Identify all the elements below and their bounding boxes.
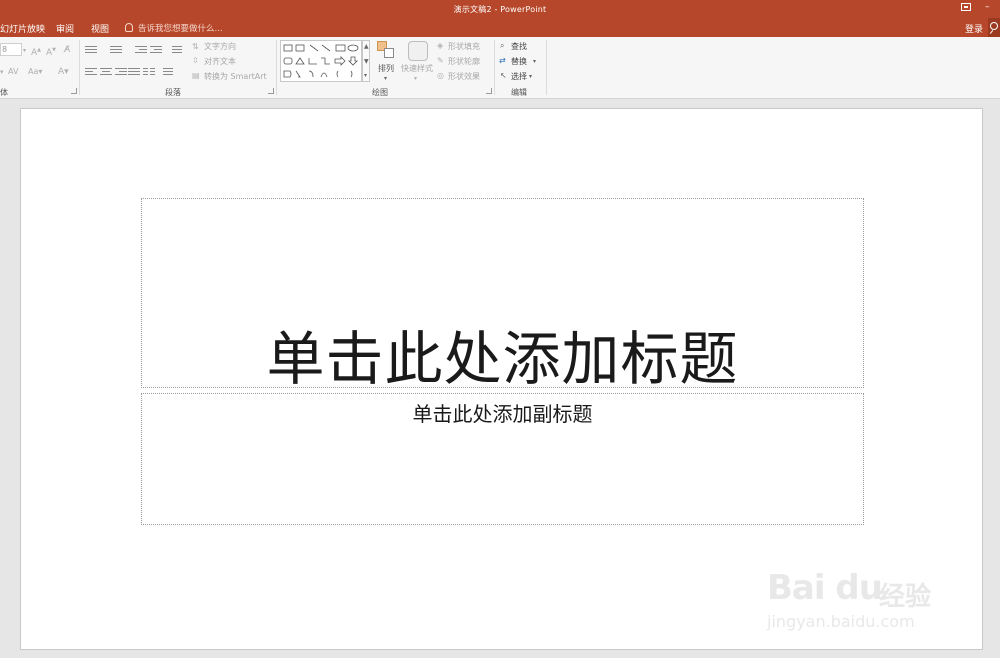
pen-icon: ✎ xyxy=(437,56,444,65)
baidu-jingyan-watermark: Bai du 经验 jingyan.baidu.com xyxy=(767,552,957,642)
shadow-icon[interactable]: ▾ xyxy=(0,67,4,77)
change-case-icon[interactable]: Aa▾ xyxy=(28,67,42,77)
line-spacing-icon[interactable] xyxy=(170,45,182,54)
subtitle-placeholder-text: 单击此处添加副标题 xyxy=(412,402,593,426)
group-divider xyxy=(79,40,80,95)
font-color-icon[interactable]: A▾ xyxy=(58,67,69,77)
font-group-label: 体 xyxy=(0,88,8,97)
tab-slideshow[interactable]: 幻灯片放映 xyxy=(0,22,45,35)
title-bar: 演示文稿2 - PowerPoint – 幻灯片放映 审阅 视图 告诉我您想要做… xyxy=(0,0,1000,37)
columns-icon[interactable] xyxy=(143,67,155,76)
sign-in-link[interactable]: 登录 xyxy=(965,22,983,35)
numbering-icon[interactable] xyxy=(110,45,122,54)
minimize-icon[interactable]: – xyxy=(985,2,990,12)
shapes-gallery[interactable] xyxy=(280,40,362,82)
paragraph-more-icon[interactable] xyxy=(163,67,175,76)
font-dialog-launcher[interactable] xyxy=(71,88,77,94)
watermark-cn: 经验 xyxy=(879,582,932,612)
cursor-icon: ↖ xyxy=(500,71,507,80)
justify-icon[interactable] xyxy=(128,67,140,76)
find-icon: ⌕ xyxy=(500,41,505,50)
increase-font-size-icon[interactable]: A▲ xyxy=(31,45,41,58)
paint-bucket-icon: ◈ xyxy=(437,41,444,50)
window-title: 演示文稿2 - PowerPoint xyxy=(453,5,547,14)
drawing-dialog-launcher[interactable] xyxy=(486,88,492,94)
arrange-dropdown-icon[interactable]: ▾ xyxy=(384,74,387,84)
lightbulb-icon xyxy=(125,23,133,32)
replace-dropdown-icon[interactable]: ▾ xyxy=(533,57,536,67)
quick-styles-icon xyxy=(408,41,428,61)
clear-formatting-icon[interactable]: A̸ xyxy=(64,45,70,55)
scroll-down-icon[interactable]: ▼ xyxy=(364,58,369,65)
align-left-icon[interactable] xyxy=(85,67,97,76)
text-direction-button[interactable]: 文字方向 xyxy=(204,41,236,52)
tab-review[interactable]: 审阅 xyxy=(56,22,74,35)
tab-view[interactable]: 视图 xyxy=(91,22,109,35)
align-right-icon[interactable] xyxy=(115,67,127,76)
ribbon-display-options-icon[interactable] xyxy=(961,3,971,11)
group-divider xyxy=(546,40,547,95)
replace-icon: ⇄ xyxy=(499,56,506,65)
quick-styles-button[interactable]: 快速样式 xyxy=(401,63,433,74)
tell-me-placeholder: 告诉我您想要做什么... xyxy=(138,24,223,34)
shapes-gallery-icons xyxy=(283,44,359,78)
arrange-icon xyxy=(377,41,395,59)
watermark-logo: Bai du xyxy=(767,568,883,608)
shape-effects-button[interactable]: 形状效果 xyxy=(448,71,480,82)
search-icon[interactable] xyxy=(988,18,1000,37)
font-size-input[interactable]: 8 xyxy=(0,43,22,56)
increase-indent-icon[interactable] xyxy=(150,45,162,54)
text-direction-icon: ⇅ xyxy=(192,42,199,51)
align-center-icon[interactable] xyxy=(100,67,112,76)
ribbon: 8 ▾ A▲ A▼ A̸ ▾ AV Aa▾ A▾ 体 ⇅ 文字方向 ⇳ 对齐文本 xyxy=(0,37,1000,99)
shapes-gallery-scrollbar[interactable]: ▲ ▼ ▾ xyxy=(362,40,370,82)
convert-smartart-button[interactable]: 转换为 SmartArt xyxy=(204,71,267,82)
decrease-indent-icon[interactable] xyxy=(135,45,147,54)
watermark-url: jingyan.baidu.com xyxy=(767,612,915,631)
shape-outline-button[interactable]: 形状轮廓 xyxy=(448,56,480,67)
shape-fill-button[interactable]: 形状填充 xyxy=(448,41,480,52)
title-placeholder-text: 单击此处添加标题 xyxy=(266,325,739,393)
tell-me-box[interactable]: 告诉我您想要做什么... xyxy=(125,22,223,34)
bullets-icon[interactable] xyxy=(85,45,97,54)
paragraph-group-label: 段落 xyxy=(165,88,181,97)
select-dropdown-icon[interactable]: ▾ xyxy=(529,72,532,82)
subtitle-placeholder[interactable]: 单击此处添加副标题 xyxy=(141,393,864,525)
drawing-group-label: 绘图 xyxy=(372,88,388,97)
group-divider xyxy=(494,40,495,95)
title-placeholder[interactable]: 单击此处添加标题 xyxy=(141,198,864,393)
select-button[interactable]: 选择 xyxy=(511,71,527,82)
find-button[interactable]: 查找 xyxy=(511,41,527,52)
decrease-font-size-icon[interactable]: A▼ xyxy=(46,45,56,58)
gallery-more-icon[interactable]: ▾ xyxy=(364,72,367,79)
smartart-icon: ▤ xyxy=(192,71,200,80)
arrange-button[interactable]: 排列 xyxy=(378,63,394,74)
quick-styles-dropdown-icon[interactable]: ▾ xyxy=(414,74,417,84)
scroll-up-icon[interactable]: ▲ xyxy=(364,43,369,50)
font-size-dropdown-icon[interactable]: ▾ xyxy=(23,46,26,56)
align-text-button[interactable]: 对齐文本 xyxy=(204,56,236,67)
align-text-icon: ⇳ xyxy=(192,56,199,65)
paragraph-dialog-launcher[interactable] xyxy=(268,88,274,94)
character-spacing-icon[interactable]: AV xyxy=(8,67,18,77)
replace-button[interactable]: 替换 xyxy=(511,56,527,67)
group-divider xyxy=(276,40,277,95)
shape-effects-icon: ◎ xyxy=(437,71,444,80)
editing-group-label: 编辑 xyxy=(511,88,527,97)
